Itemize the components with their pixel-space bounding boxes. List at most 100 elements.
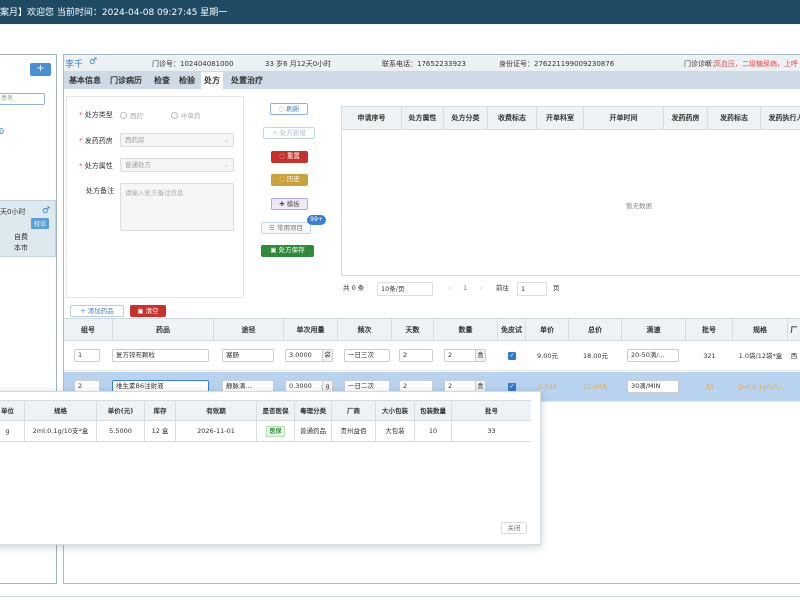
type-radio-western[interactable]: 西药 [120,110,143,120]
male-icon: ♂ [42,206,51,216]
goto-input[interactable]: 1 [517,282,547,296]
cell-price: 5.5000 [97,421,145,441]
col-header: 批号 [686,319,733,341]
col-header: 厂商 [332,401,376,421]
patient-phone: 联系电话：17652233923 [382,60,466,68]
tab-examination[interactable]: 检查 [151,72,173,89]
clear-button[interactable]: ▣ 清空 [130,305,166,317]
col-header: 免皮试 [498,319,526,341]
speed-select[interactable]: 20-50滴/... [627,349,679,362]
popup-drug-row[interactable]: g 2ml:0.1g/10支*盒 5.5000 12 盒 2026-11-01 … [0,421,531,442]
col-header: 途径 [214,319,284,341]
price-cell: 9.00元 [537,352,558,360]
days-input[interactable]: 2 [399,349,433,362]
refresh-button[interactable]: ◌ 刷新 [270,103,308,115]
id-card-number: 身份证号：276221199009230876 [499,60,615,68]
batch-cell: 321 [703,352,716,360]
col-header: 药品 [113,319,214,341]
total-cell: 11.00元 [582,383,609,391]
pharmacy-label: * 发药药房 [79,137,113,145]
patient-card-time: 天0小时 [0,208,26,216]
drug-table-header: 组号 药品 途径 单次用量 频次 天数 数量 免皮试 单价 总价 滴速 批号 规… [64,319,800,341]
col-header: 毒理分类 [295,401,332,421]
welcome-text: 案月】欢迎您 当前时间：2024-04-08 09:27:45 星期一 [0,8,228,18]
prev-page-button[interactable]: ‹ [449,282,452,294]
bottom-divider [0,596,800,597]
col-header: 组号 [64,319,113,341]
attr-label: * 处方属性 [79,162,113,170]
batch-cell: 33 [705,383,714,391]
cell-mfr: 贵州益佰 [332,421,376,441]
cell-pack: 大包装 [376,421,415,441]
route-select[interactable]: 塞肠 [222,349,274,362]
patient-card-payment: 自费 [14,233,28,241]
spec-cell: 1.0袋/12袋*盒 [738,352,783,360]
history-button[interactable]: ◌ 历史 [271,174,308,186]
note-textarea[interactable]: 请输入处方备注信息 [120,183,234,231]
prescription-form: * 处方类型 西药 中草药 * 发药药房 西药房 ⌄ * 处方属性 普通处方 ⌄ 处… [66,96,244,298]
new-prescription-button[interactable]: + 处方新增 [263,127,315,139]
group-input[interactable]: 1 [74,349,100,362]
current-page[interactable]: 1 [463,282,467,294]
col-header: 发药标志 [708,107,761,130]
note-label: 处方备注 [86,187,114,195]
chevron-down-icon: ⌄ [223,136,229,144]
cell-insured: 医保 [257,421,295,441]
col-header: 数量 [434,319,498,341]
tab-medical-record[interactable]: 门诊病历 [107,72,145,89]
pagination: 共 0 条 10条/页 ‹ 1 › 前往 1 页 [343,282,563,296]
next-page-button[interactable]: › [480,282,483,294]
page-size-select[interactable]: 10条/页 [377,282,433,296]
col-header: 天数 [392,319,434,341]
tab-treatment[interactable]: 处置治疗 [228,72,266,89]
tab-lab-test[interactable]: 检验 [176,72,198,89]
save-prescription-button[interactable]: ▣ 处方保存 [261,245,314,257]
cell-pack-qty: 10 [415,421,452,441]
patient-age: 33 岁6 月12天0小时 [265,60,332,68]
col-header: 规格 [733,319,788,341]
pharmacy-select[interactable]: 西药房 ⌄ [120,133,234,147]
tab-prescription[interactable]: 处方 [201,72,223,89]
total-cell: 18.00元 [582,352,609,360]
popup-table-header: 单位 规格 单价(元) 库存 有效期 是否医保 毒理分类 厂商 大小包装 包装数… [0,400,531,421]
col-header: 是否医保 [257,401,295,421]
drug-table: 组号 药品 途径 单次用量 频次 天数 数量 免皮试 单价 总价 滴速 批号 规… [64,318,800,402]
diagnosis-text: 高血压，二级糖尿病，上呼 [714,60,798,68]
cell-spec: 2ml:0.1g/10支*盒 [25,421,97,441]
page-unit: 页 [553,284,560,292]
template-button[interactable]: ✚ 模板 [271,198,308,210]
mfr-cell: 西 [790,352,798,360]
col-header: 规格 [25,401,97,421]
type-radio-herbal[interactable]: 中草药 [171,110,201,120]
col-header: 批号 [485,407,498,415]
tab-basic-info[interactable]: 基本信息 [66,72,104,89]
add-patient-button[interactable]: + [30,63,51,76]
speed-select[interactable]: 30滴/MIN [627,380,679,393]
patient-header: 李千 ♂ 门诊号：102404081000 33 岁6 月12天0小时 联系电话… [64,55,800,72]
qty-input[interactable]: 2盒 [444,349,486,362]
skin-test-checkbox[interactable]: ✓ [508,383,516,391]
col-header: 收费标志 [488,107,537,130]
insurance-badge: 医保 [266,426,285,437]
close-button[interactable]: 关闭 [501,522,527,534]
patient-search-input[interactable]: 患者 [0,93,45,105]
goto-label: 前往 [496,284,509,292]
patient-name: 李千 [65,60,84,70]
col-header: 单位 [0,401,25,421]
count-badge: 99+ [307,215,326,225]
skin-test-checkbox[interactable]: ✓ [508,352,516,360]
attr-select[interactable]: 普通处方 ⌄ [120,158,234,172]
drug-input[interactable]: 复方锌布颗粒 [112,349,209,362]
dose-input[interactable]: 3.0000 袋 [285,349,333,362]
male-icon: ♂ [89,57,98,67]
col-header: 处方分类 [444,107,488,130]
freq-select[interactable]: 一日三次 [344,349,390,362]
patient-card[interactable]: 天0小时 ♂ 轻诊 自费 本市 [0,200,56,257]
table-row[interactable]: 1 复方锌布颗粒 塞肠 3.0000 袋 一日三次 2 2盒 ✓ 9.00元 18… [64,341,800,371]
col-header: 大小包装 [376,401,415,421]
add-drug-button[interactable]: + 添加药品 [70,305,124,317]
cell-batch: 33 [487,427,496,435]
col-header: 有效期 [176,401,257,421]
common-items-button[interactable]: ☰ 常用项目 [261,222,311,234]
reset-button[interactable]: ◌ 重置 [271,151,308,163]
